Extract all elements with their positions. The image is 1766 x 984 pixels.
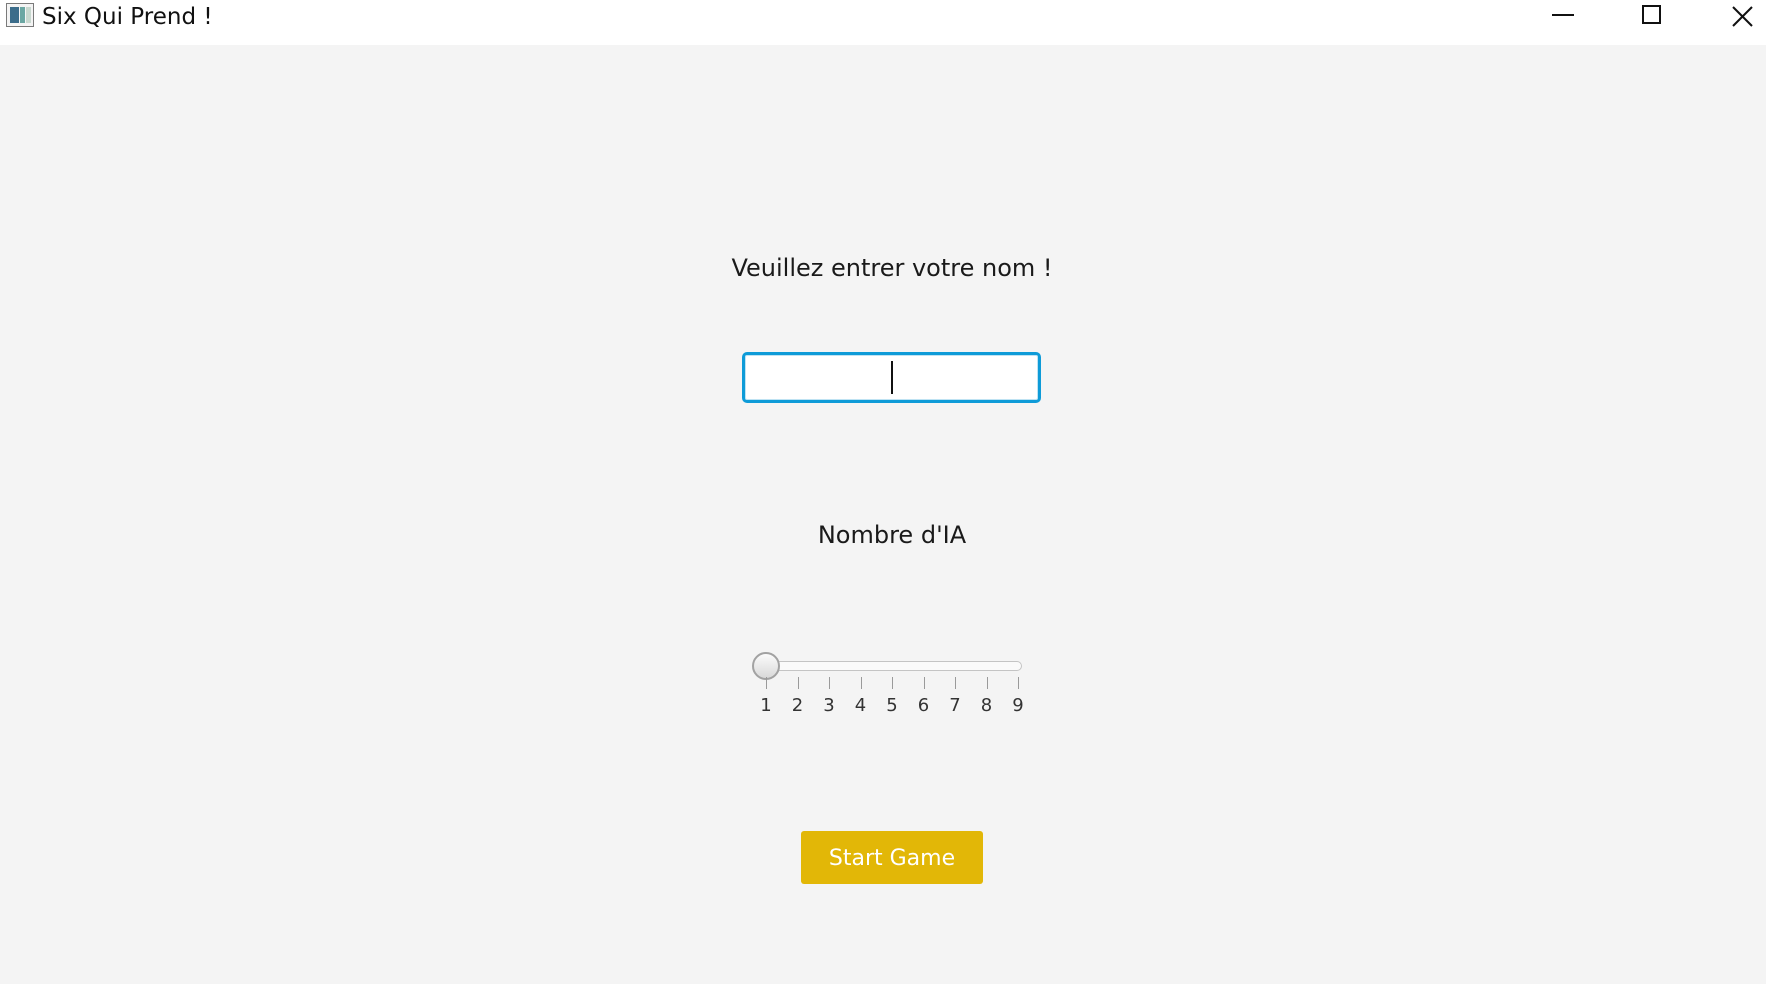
slider-tick [923, 677, 925, 689]
ia-count-label: Nombre d'IA [817, 521, 967, 549]
slider-thumb[interactable] [752, 652, 780, 680]
slider-tick [860, 677, 862, 689]
app-icon [6, 3, 34, 27]
minimize-icon [1552, 14, 1574, 16]
title-bar: Six Qui Prend ! [0, 0, 1766, 45]
slider-tick-label: 2 [791, 695, 804, 716]
text-caret [891, 361, 893, 394]
slider-tick [829, 677, 830, 689]
slider-tick [766, 677, 767, 689]
close-icon [1732, 6, 1753, 27]
minimize-button[interactable] [1517, 0, 1607, 32]
maximize-button[interactable] [1607, 0, 1697, 32]
slider-tick-label: 4 [854, 695, 867, 716]
slider-tick-label: 6 [917, 695, 930, 716]
start-game-button[interactable]: Start Game [801, 831, 983, 884]
slider-tick-label: 8 [980, 695, 993, 716]
slider-tick [986, 677, 988, 689]
slider-tick [955, 677, 956, 689]
window-title: Six Qui Prend ! [42, 4, 213, 30]
slider-tick [797, 677, 799, 689]
slider-track[interactable] [765, 661, 1022, 671]
slider-tick [1018, 677, 1019, 689]
maximize-icon [1642, 5, 1661, 24]
slider-tick-label: 1 [760, 695, 772, 716]
slider-tick-label: 3 [823, 695, 835, 716]
name-prompt-label: Veuillez entrer votre nom ! [731, 254, 1053, 282]
slider-tick [892, 677, 893, 689]
close-button[interactable] [1697, 0, 1766, 32]
slider-tick-label: 7 [949, 695, 961, 716]
slider-tick-label: 5 [886, 695, 898, 716]
ia-count-slider[interactable]: 123456789 [752, 651, 1025, 721]
slider-tick-label: 9 [1012, 695, 1024, 716]
